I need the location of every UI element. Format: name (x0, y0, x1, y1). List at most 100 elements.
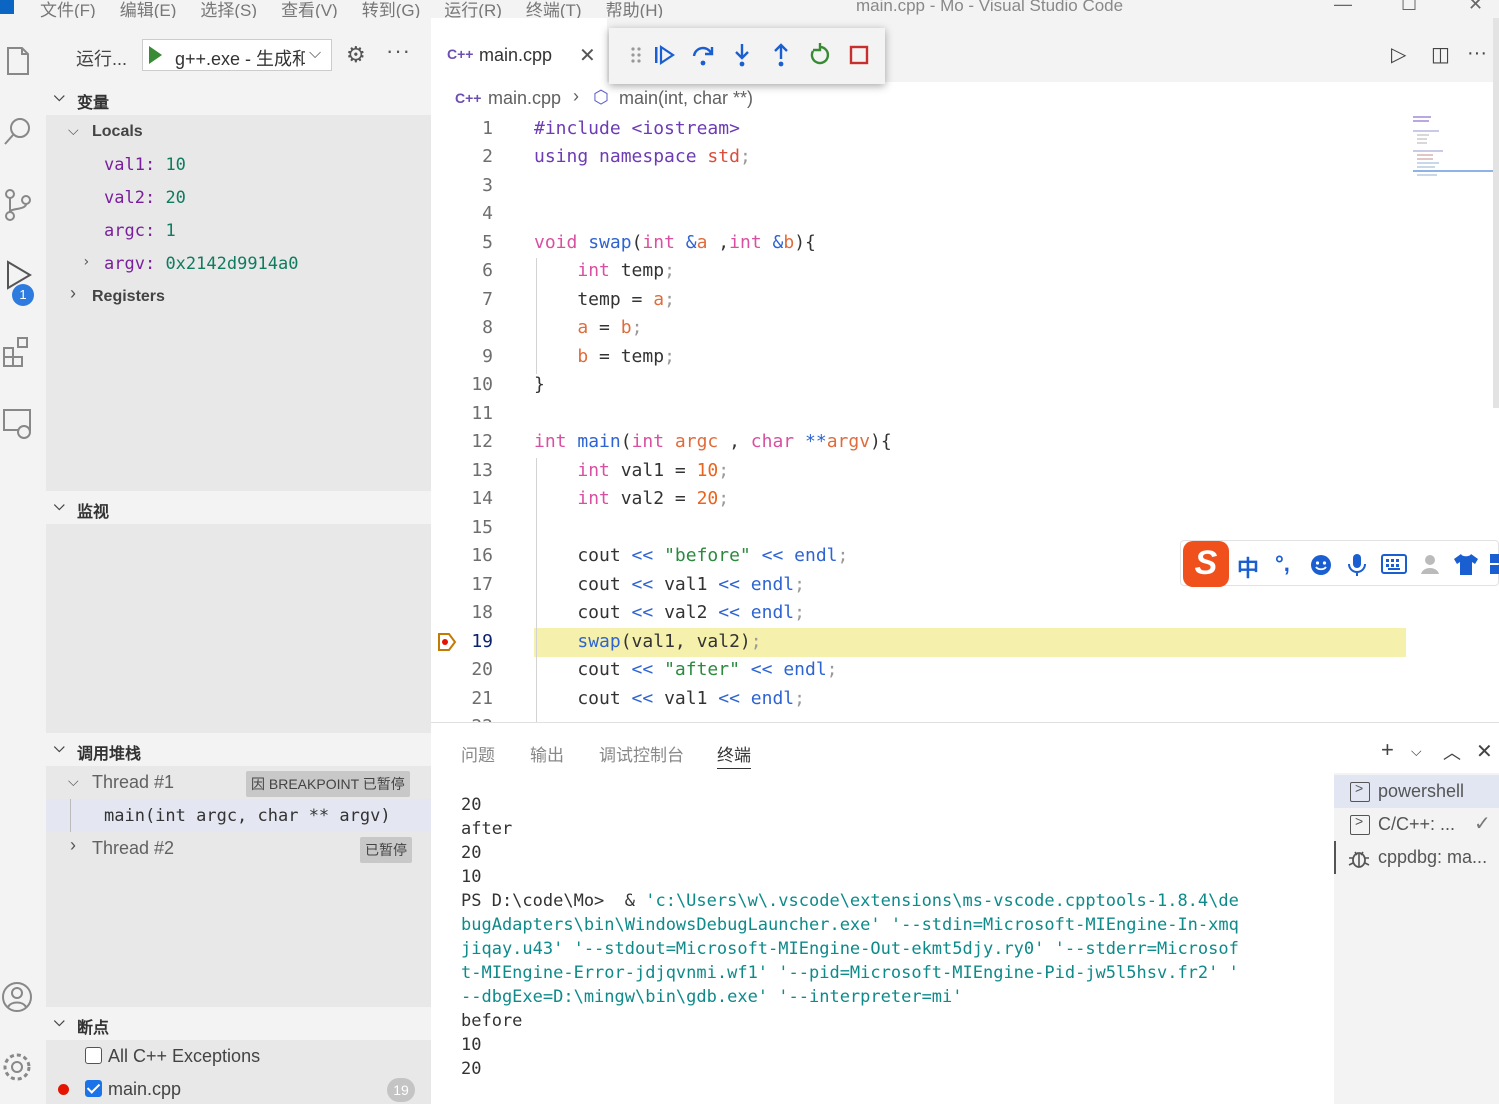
code-line: cout << val1 << endl; (534, 574, 805, 595)
toolbox-icon[interactable] (1489, 553, 1499, 575)
stack-frame-row[interactable]: main(int argc, char ** argv) (46, 799, 431, 832)
drag-handle-icon[interactable] (623, 42, 649, 68)
breakpoint-row[interactable]: main.cpp 19 (46, 1073, 431, 1104)
maximize-panel-icon[interactable]: ︿ (1443, 739, 1461, 765)
source-control-icon[interactable] (2, 188, 36, 222)
watch-section-header[interactable]: ⌵ 监视 (46, 491, 431, 523)
extensions-icon[interactable] (2, 334, 36, 368)
ime-chinese-mode[interactable]: 中 (1237, 551, 1259, 583)
account-icon[interactable] (2, 980, 36, 1014)
minimap[interactable] (1411, 116, 1495, 416)
variable-row[interactable]: val2: 20 (46, 181, 431, 214)
remote-explorer-icon[interactable] (2, 406, 36, 440)
editor-area: C++ main.cpp ✕ ▷ ◫ ··· C++ main.cpp › ⬡ … (431, 18, 1499, 724)
step-out-icon[interactable] (768, 42, 794, 68)
minimize-icon[interactable]: — (1334, 0, 1352, 15)
more-actions-icon[interactable]: ··· (1467, 42, 1487, 65)
tab-main-cpp[interactable]: C++ main.cpp ✕ (431, 18, 607, 82)
tab-problems[interactable]: 问题 (461, 741, 495, 766)
line-number[interactable]: 10 (431, 374, 493, 395)
step-over-icon[interactable] (690, 42, 716, 68)
launch-config-select[interactable]: g++.exe - 生成和调试活动文件 ⌵ (142, 39, 332, 71)
variables-section-header[interactable]: ⌵ 变量 (46, 82, 431, 114)
line-number[interactable]: 13 (431, 460, 493, 481)
line-number[interactable]: 14 (431, 488, 493, 509)
line-number[interactable]: 20 (431, 659, 493, 680)
tab-output[interactable]: 输出 (530, 741, 564, 766)
continue-icon[interactable] (651, 42, 677, 68)
gear-icon[interactable]: ⚙ (346, 42, 366, 68)
line-number[interactable]: 1 (431, 118, 493, 139)
terminal-line: after (461, 817, 1301, 841)
breadcrumb-symbol[interactable]: main(int, char **) (619, 88, 753, 109)
activity-bar: 1 (0, 18, 46, 1104)
registers-scope[interactable]: › Registers (46, 280, 431, 313)
variable-row[interactable]: argc: 1 (46, 214, 431, 247)
more-actions-icon[interactable]: ··· (386, 38, 411, 64)
line-number[interactable]: 11 (431, 403, 493, 424)
breadcrumb-file[interactable]: main.cpp (488, 88, 561, 109)
terminal-item-powershell[interactable]: powershell (1334, 775, 1499, 808)
thread-row[interactable]: ⌵ Thread #1 因 BREAKPOINT 已暂停 (46, 766, 431, 799)
breakpoint-row[interactable]: All C++ Exceptions (46, 1040, 431, 1073)
terminal-command: 'c:\Users\w\.vscode\extensions\ms-vscode… (645, 891, 1239, 911)
search-icon[interactable] (2, 114, 36, 148)
terminal-icon (1350, 813, 1370, 835)
section-title: 监视 (77, 504, 110, 521)
line-number[interactable]: 15 (431, 517, 493, 538)
breakpoint-checkbox[interactable] (85, 1080, 102, 1097)
line-number[interactable]: 12 (431, 431, 493, 452)
line-number[interactable]: 8 (431, 317, 493, 338)
line-number[interactable]: 17 (431, 574, 493, 595)
line-number[interactable]: 3 (431, 175, 493, 196)
callstack-section-header[interactable]: ⌵ 调用堆栈 (46, 733, 431, 765)
launch-config-value: g++.exe - 生成和调试活动文件 (175, 49, 305, 69)
code-line: } (534, 374, 545, 395)
line-number[interactable]: 2 (431, 146, 493, 167)
close-icon[interactable]: ✕ (579, 43, 596, 68)
stop-icon[interactable] (846, 42, 872, 68)
explorer-icon[interactable] (2, 44, 36, 78)
line-number[interactable]: 9 (431, 346, 493, 367)
keyboard-icon[interactable] (1381, 554, 1407, 574)
ime-punctuation[interactable]: °, (1275, 551, 1290, 577)
terminal-item-cpp-build[interactable]: C/C++: ... ✓ (1334, 808, 1499, 841)
microphone-icon[interactable] (1345, 552, 1369, 578)
settings-gear-icon[interactable] (2, 1050, 36, 1084)
tab-debug-console[interactable]: 调试控制台 (599, 741, 684, 766)
breakpoints-section-header[interactable]: ⌵ 断点 (46, 1007, 431, 1039)
sogou-logo-icon[interactable]: S (1183, 541, 1229, 587)
line-number[interactable]: 6 (431, 260, 493, 281)
restart-icon[interactable] (807, 42, 833, 68)
line-number[interactable]: 21 (431, 688, 493, 709)
thread-row[interactable]: › Thread #2 已暂停 (46, 832, 431, 865)
emoji-icon[interactable] (1309, 553, 1333, 577)
maximize-icon[interactable]: ☐ (1401, 0, 1417, 15)
run-icon[interactable]: ▷ (1391, 42, 1406, 67)
close-window-icon[interactable]: ✕ (1468, 0, 1483, 15)
line-number[interactable]: 16 (431, 545, 493, 566)
terminal-output[interactable]: 20 after 20 10 PS D:\code\Mo> & 'c:\Users\w\… (461, 793, 1301, 1081)
chevron-down-icon[interactable]: ⌵ (1411, 743, 1422, 760)
line-number[interactable]: 18 (431, 602, 493, 623)
start-debug-icon[interactable] (149, 46, 162, 64)
variable-row[interactable]: val1: 10 (46, 148, 431, 181)
terminal-output-text: 20 (461, 795, 482, 815)
skin-shirt-icon[interactable] (1453, 552, 1479, 576)
locals-scope[interactable]: ⌵ Locals (46, 115, 431, 148)
breakpoint-checkbox[interactable] (85, 1047, 102, 1064)
new-terminal-icon[interactable]: + (1381, 737, 1394, 763)
variable-row[interactable]: › argv: 0x2142d9914a0 (46, 247, 431, 280)
code-line: a = b; (577, 317, 643, 338)
step-into-icon[interactable] (729, 42, 755, 68)
line-number[interactable]: 4 (431, 203, 493, 224)
editor-scrollbar[interactable] (1493, 18, 1499, 408)
user-icon[interactable] (1419, 552, 1443, 576)
split-editor-icon[interactable]: ◫ (1431, 42, 1450, 67)
tab-terminal[interactable]: 终端 (717, 741, 751, 769)
line-number[interactable]: 5 (431, 232, 493, 253)
line-number[interactable]: 7 (431, 289, 493, 310)
terminal-item-cppdbg[interactable]: cppdbg: ma... (1334, 841, 1499, 874)
close-panel-icon[interactable]: ✕ (1476, 739, 1493, 764)
terminal-output-text: 10 (461, 867, 482, 887)
